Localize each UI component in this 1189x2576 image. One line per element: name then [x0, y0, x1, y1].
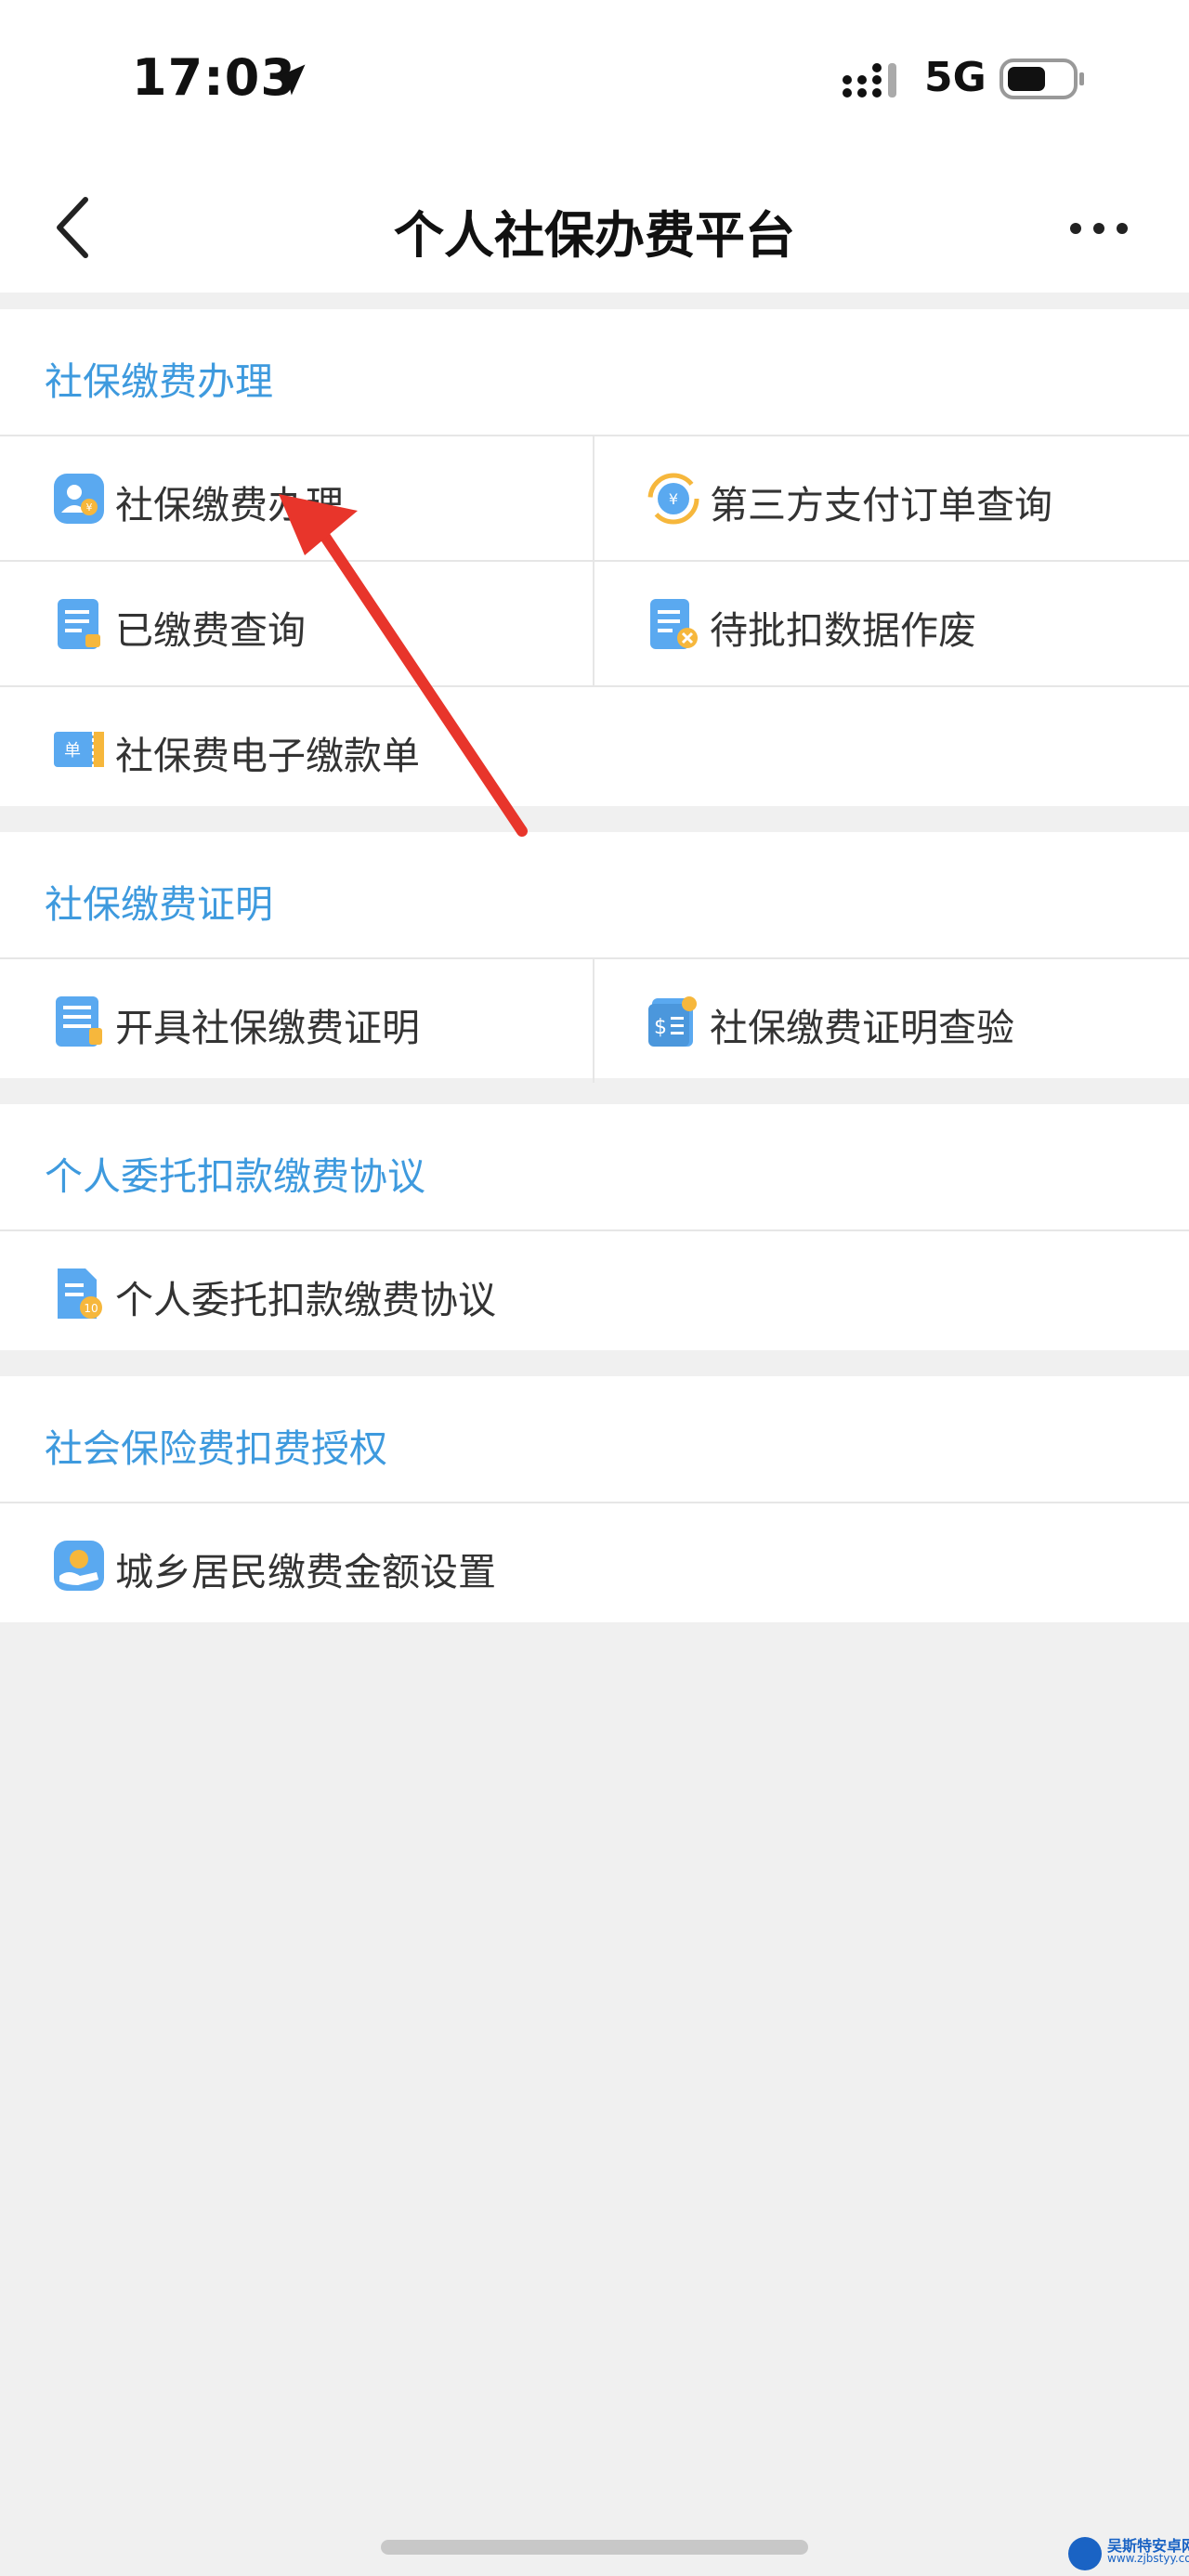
third-party-payment-icon: ¥ — [647, 473, 699, 525]
menu-row: 单 社保费电子缴款单 — [0, 687, 1189, 811]
amount-setting-icon — [54, 1541, 104, 1591]
e-receipt-icon: 单 — [54, 732, 104, 767]
menu-row: 城乡居民缴费金额设置 — [0, 1503, 1189, 1627]
menu-item-label: 待批扣数据作废 — [710, 608, 976, 653]
section-title: 社保缴费证明 — [45, 882, 273, 927]
section-title: 社会保险费扣费授权 — [45, 1426, 387, 1471]
paid-query-icon — [58, 599, 100, 649]
menu-grid: 城乡居民缴费金额设置 — [0, 1502, 1189, 1627]
menu-grid: 10 个人委托扣款缴费协议 — [0, 1229, 1189, 1355]
menu-item-label: 个人委托扣款缴费协议 — [115, 1278, 496, 1322]
section-header: 个人委托扣款缴费协议 — [0, 1104, 1189, 1229]
menu-item-label: 社保缴费证明查验 — [710, 1006, 1014, 1050]
menu-item-label: 社保费电子缴款单 — [115, 734, 420, 778]
home-indicator[interactable] — [381, 2540, 808, 2555]
section-entrusted-deduction: 个人委托扣款缴费协议 10 个人委托扣款缴费协议 — [0, 1104, 1189, 1350]
menu-row: 已缴费查询 待批扣数据作废 — [0, 562, 1189, 687]
menu-item-social-security-pay[interactable]: ¥ 社保缴费办理 — [0, 436, 594, 560]
section-title: 个人委托扣款缴费协议 — [45, 1154, 425, 1199]
section-header: 社保缴费证明 — [0, 832, 1189, 957]
battery-icon — [1000, 59, 1084, 99]
menu-item-label: 城乡居民缴费金额设置 — [115, 1550, 496, 1594]
location-arrow-icon — [274, 64, 306, 96]
menu-item-label: 已缴费查询 — [115, 608, 306, 653]
menu-item-amount-setting[interactable]: 城乡居民缴费金额设置 — [0, 1503, 1189, 1627]
section-header: 社保缴费办理 — [0, 309, 1189, 435]
page-title: 个人社保办费平台 — [394, 206, 795, 265]
svg-text:$: $ — [654, 1016, 667, 1039]
menu-item-issue-certificate[interactable]: 开具社保缴费证明 — [0, 959, 594, 1083]
menu-item-cancel-deduction[interactable]: 待批扣数据作废 — [594, 562, 1189, 685]
section-deduction-authorization: 社会保险费扣费授权 城乡居民缴费金额设置 — [0, 1376, 1189, 1622]
status-bar: 17:03 5G — [0, 0, 1189, 163]
section-payment-certificate: 社保缴费证明 开具社保缴费证明 $ 社保缴费证明查验 — [0, 832, 1189, 1083]
more-dots-icon[interactable] — [1066, 215, 1131, 242]
svg-text:¥: ¥ — [669, 490, 678, 508]
menu-item-paid-query[interactable]: 已缴费查询 — [0, 562, 594, 685]
section-title: 社保缴费办理 — [45, 359, 273, 404]
nav-bar: 个人社保办费平台 — [0, 163, 1189, 293]
menu-grid: ¥ 社保缴费办理 ¥ 第三方支付订单查询 已缴费查询 待批扣数据作废 单 社保费… — [0, 435, 1189, 811]
watermark-url: www.zjbstyy.com — [1107, 2552, 1189, 2565]
menu-grid: 开具社保缴费证明 $ 社保缴费证明查验 — [0, 957, 1189, 1083]
social-security-pay-icon: ¥ — [54, 474, 104, 524]
menu-row: 10 个人委托扣款缴费协议 — [0, 1231, 1189, 1355]
menu-item-label: 社保缴费办理 — [115, 483, 344, 527]
menu-item-third-party-payment[interactable]: ¥ 第三方支付订单查询 — [594, 436, 1189, 560]
agreement-icon: 10 — [58, 1268, 102, 1319]
menu-item-agreement[interactable]: 10 个人委托扣款缴费协议 — [0, 1231, 1189, 1355]
svg-text:¥: ¥ — [86, 501, 93, 514]
svg-text:10: 10 — [84, 1302, 98, 1315]
watermark: 吴斯特安卓网 www.zjbstyy.com — [1068, 2533, 1189, 2570]
network-type: 5G — [924, 54, 986, 101]
svg-text:单: 单 — [64, 741, 81, 761]
watermark-logo-icon — [1068, 2537, 1102, 2570]
verify-certificate-icon: $ — [648, 996, 697, 1047]
issue-certificate-icon — [56, 996, 102, 1047]
signal-icon — [843, 63, 896, 98]
menu-item-verify-certificate[interactable]: $ 社保缴费证明查验 — [594, 959, 1189, 1083]
menu-item-label: 第三方支付订单查询 — [710, 483, 1052, 527]
menu-row: 开具社保缴费证明 $ 社保缴费证明查验 — [0, 959, 1189, 1083]
section-social-security-payment: 社保缴费办理 ¥ 社保缴费办理 ¥ 第三方支付订单查询 已缴费查询 待批扣数据作… — [0, 309, 1189, 806]
menu-row: ¥ 社保缴费办理 ¥ 第三方支付订单查询 — [0, 436, 1189, 562]
section-header: 社会保险费扣费授权 — [0, 1376, 1189, 1502]
menu-item-e-receipt[interactable]: 单 社保费电子缴款单 — [0, 687, 1189, 811]
menu-item-label: 开具社保缴费证明 — [115, 1006, 420, 1050]
cancel-deduction-icon — [650, 599, 698, 649]
